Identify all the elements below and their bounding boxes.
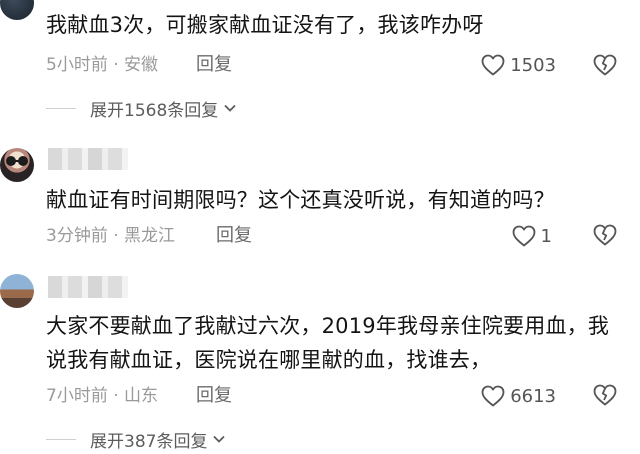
reply-button[interactable]: 回复 bbox=[216, 224, 252, 248]
comment-text: 我献血3次，可搬家献血证没有了，我该咋办呀 bbox=[46, 13, 484, 37]
like-count: 1503 bbox=[510, 54, 556, 76]
avatar[interactable] bbox=[0, 274, 34, 308]
comment-text: 献血证有时间期限吗？这个还真没听说，有知道的吗？ bbox=[46, 188, 555, 212]
expand-replies-button[interactable]: 展开387条回复 bbox=[46, 427, 227, 452]
comment-meta: 5小时前 · 安徽 bbox=[46, 55, 159, 75]
heart-outline-icon bbox=[481, 54, 505, 76]
heart-outline-icon bbox=[512, 225, 535, 247]
expand-replies-label: 展开1568条回复 bbox=[90, 100, 219, 121]
username-blurred bbox=[48, 276, 128, 298]
like-button[interactable]: 1503 bbox=[480, 52, 556, 78]
broken-heart-icon[interactable] bbox=[592, 382, 618, 408]
avatar-image bbox=[6, 156, 28, 166]
reply-button[interactable]: 回复 bbox=[196, 384, 232, 408]
comment-meta: 7小时前 · 山东 bbox=[46, 386, 159, 406]
avatar[interactable] bbox=[0, 148, 34, 182]
expand-replies-button[interactable]: 展开1568条回复 bbox=[46, 96, 238, 121]
like-count: 6613 bbox=[510, 385, 556, 407]
comment-meta: 3分钟前 · 黑龙江 bbox=[46, 226, 176, 246]
comment-text: 大家不要献血了我献过六次，2019年我母亲住院要用血，我说我有献血证，医院说在哪… bbox=[46, 314, 610, 372]
divider bbox=[46, 438, 76, 440]
username-blurred bbox=[48, 148, 128, 170]
divider bbox=[46, 107, 76, 109]
heart-outline-icon bbox=[481, 385, 505, 407]
like-button[interactable]: 6613 bbox=[480, 383, 556, 409]
avatar[interactable] bbox=[0, 0, 34, 20]
like-button[interactable]: 1 bbox=[511, 223, 552, 249]
expand-replies-label: 展开387条回复 bbox=[90, 431, 208, 452]
like-count: 1 bbox=[540, 225, 552, 247]
broken-heart-icon[interactable] bbox=[592, 222, 618, 248]
chevron-down-icon bbox=[224, 104, 236, 112]
reply-button[interactable]: 回复 bbox=[196, 53, 232, 77]
broken-heart-icon[interactable] bbox=[592, 52, 618, 78]
chevron-down-icon bbox=[213, 435, 226, 443]
